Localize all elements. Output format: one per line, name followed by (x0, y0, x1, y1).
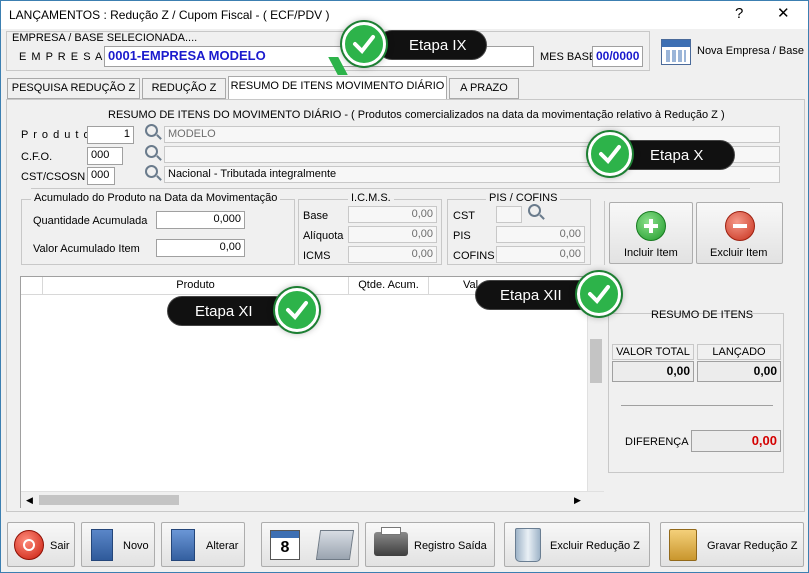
alterar-label: Alterar (206, 540, 239, 552)
aliquota-field: 0,00 (348, 226, 437, 243)
search-icon[interactable] (145, 165, 158, 178)
cfo-label: C.F.O. (21, 151, 53, 163)
valor-total-label: VALOR TOTAL (612, 344, 694, 360)
calendar-icon (661, 39, 691, 65)
cofins-label: COFINS (453, 250, 495, 262)
produto-label: P r o d u t o (21, 129, 91, 141)
lancado-field: 0,00 (697, 361, 781, 382)
scrollbar-thumb[interactable] (39, 495, 179, 505)
tab-a-prazo[interactable]: A PRAZO (449, 78, 519, 99)
diferenca-field: 0,00 (691, 430, 781, 452)
mes-base-field[interactable]: 00/0000 (592, 46, 643, 67)
title-bar: LANÇAMENTOS : Redução Z / Cupom Fiscal -… (1, 1, 808, 29)
divider (31, 188, 750, 189)
novo-label: Novo (123, 540, 149, 552)
pis-label: PIS (453, 230, 471, 242)
gravar-reducao-label: Gravar Redução Z (707, 540, 798, 552)
tab-resumo-itens[interactable]: RESUMO DE ITENS MOVIMENTO DIÁRIO (228, 76, 447, 100)
check-icon (577, 272, 621, 316)
minus-icon (725, 211, 755, 241)
pis-cofins-title: PIS / COFINS (486, 192, 561, 204)
lancado-label: LANÇADO (697, 344, 781, 360)
power-icon (14, 530, 44, 560)
tab-pesquisa-reducao-z[interactable]: PESQUISA REDUÇÃO Z (7, 78, 140, 99)
alterar-button[interactable]: Alterar (161, 522, 245, 567)
grid-header-qtde[interactable]: Qtde. Acum. (349, 277, 429, 295)
check-icon (342, 22, 386, 66)
help-button[interactable]: ? (735, 5, 743, 23)
empresa-label: E M P R E S A (19, 51, 104, 63)
sair-label: Sair (50, 540, 70, 552)
horizontal-scrollbar[interactable]: ◀ ▶ (21, 491, 604, 508)
pis-cst-label: CST (453, 210, 475, 222)
calculator-icon (315, 530, 355, 560)
cfo-code-input[interactable]: 000 (87, 147, 123, 165)
acumulado-title: Acumulado do Produto na Data da Moviment… (31, 192, 281, 204)
cst-code-input[interactable]: 000 (87, 167, 115, 185)
valor-total-field: 0,00 (612, 361, 694, 382)
close-button[interactable]: ✕ (777, 5, 790, 23)
empresa-base-label: EMPRESA / BASE SELECIONADA.... (12, 32, 198, 44)
edit-document-icon (171, 529, 195, 561)
qtd-acumulada-field: 0,000 (156, 211, 245, 229)
mes-base-label: MES BASE (540, 51, 597, 63)
trash-icon (515, 528, 541, 562)
tab-reducao-z[interactable]: REDUÇÃO Z (142, 78, 226, 99)
incluir-item-label: Incluir Item (624, 247, 678, 259)
novo-button[interactable]: Novo (81, 522, 155, 567)
scroll-right-icon[interactable]: ▶ (574, 495, 581, 506)
save-folder-icon (669, 529, 697, 561)
pis-field: 0,00 (496, 226, 585, 243)
resumo-itens-panel: RESUMO DE ITENS VALOR TOTAL LANÇADO 0,00… (608, 309, 784, 473)
search-icon[interactable] (528, 204, 541, 217)
resumo-section-title: RESUMO DE ITENS DO MOVIMENTO DIÁRIO - ( … (108, 109, 725, 121)
icms-field: 0,00 (348, 246, 437, 263)
registro-saida-label: Registro Saída (414, 540, 487, 552)
pis-cst-field (496, 206, 522, 223)
calendar-calc-button[interactable]: 8 (261, 522, 359, 567)
registro-saida-button[interactable]: Registro Saída (365, 522, 495, 567)
excluir-item-label: Excluir Item (710, 247, 768, 259)
search-icon[interactable] (145, 145, 158, 158)
printer-icon (374, 527, 408, 556)
cofins-field: 0,00 (496, 246, 585, 263)
divider (604, 201, 605, 265)
callout-etapa-ix: Etapa IX (377, 30, 487, 60)
gravar-reducao-button[interactable]: Gravar Redução Z (660, 522, 804, 567)
valor-acumulado-label: Valor Acumulado Item (33, 243, 140, 255)
scrollbar-thumb[interactable] (590, 339, 602, 383)
resumo-itens-title: RESUMO DE ITENS (651, 309, 754, 321)
nova-empresa-button[interactable]: Nova Empresa / Base (656, 37, 806, 67)
aliquota-label: Alíquota (303, 230, 344, 242)
nova-empresa-label: Nova Empresa / Base (697, 45, 804, 57)
divider (621, 405, 773, 406)
calendar-icon: 8 (270, 530, 300, 560)
excluir-item-button[interactable]: Excluir Item (696, 202, 783, 264)
sair-button[interactable]: Sair (7, 522, 75, 567)
icms-title: I.C.M.S. (348, 192, 394, 204)
grid-header-indicator (21, 277, 43, 295)
callout-etapa-x: Etapa X (615, 140, 735, 170)
valor-acumulado-field: 0,00 (156, 239, 245, 257)
main-window: LANÇAMENTOS : Redução Z / Cupom Fiscal -… (0, 0, 809, 573)
incluir-item-button[interactable]: Incluir Item (609, 202, 693, 264)
excluir-reducao-label: Excluir Redução Z (550, 540, 640, 552)
document-icon (91, 529, 113, 561)
diferenca-label: DIFERENÇA (625, 436, 689, 448)
scroll-left-icon[interactable]: ◀ (26, 495, 33, 506)
calendar-day: 8 (280, 539, 290, 556)
check-icon (275, 288, 319, 332)
callout-etapa-xi: Etapa XI (167, 296, 290, 326)
window-title: LANÇAMENTOS : Redução Z / Cupom Fiscal -… (9, 8, 330, 22)
icms-label: ICMS (303, 250, 331, 262)
excluir-reducao-button[interactable]: Excluir Redução Z (504, 522, 650, 567)
base-field: 0,00 (348, 206, 437, 223)
base-label: Base (303, 210, 329, 222)
search-icon[interactable] (145, 124, 158, 137)
check-icon (588, 132, 632, 176)
plus-icon (636, 211, 666, 241)
qtd-acumulada-label: Quantidade Acumulada (33, 215, 148, 227)
cst-label: CST/CSOSN (21, 171, 86, 183)
produto-code-input[interactable]: 1 (87, 126, 134, 144)
